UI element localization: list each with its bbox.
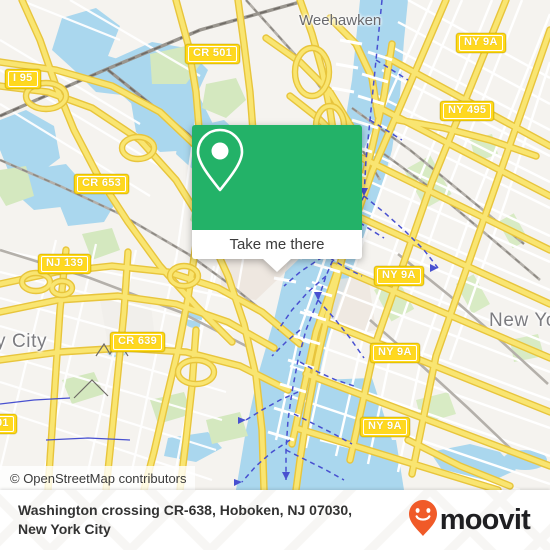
route-shield-label: NY 9A (459, 35, 503, 51)
route-shield-ny-495: NY 495 (440, 101, 495, 121)
popup-image-area (192, 125, 362, 230)
route-shield-cr-501: CR 501 (185, 44, 241, 64)
popup-pointer-tip (262, 258, 292, 272)
route-shield-label: NJ 139 (41, 256, 89, 272)
map-canvas[interactable]: Weehawken y City New Yo CR 501 I 95 NY 9… (0, 0, 550, 490)
route-shield-label: CR 639 (113, 334, 163, 350)
attribution-text: © OpenStreetMap contributors (10, 470, 187, 486)
route-shield-label: NY 9A (377, 268, 421, 284)
location-popup-card[interactable]: Take me there (192, 125, 362, 272)
route-shield-label: NY 9A (363, 419, 407, 435)
location-title-line-1: Washington crossing CR-638, Hoboken, NJ … (18, 502, 353, 518)
route-shield-nj-139: NJ 139 (38, 254, 92, 274)
route-shield-ny-9a-mid-upper: NY 9A (374, 266, 424, 286)
take-me-there-button[interactable]: Take me there (192, 230, 362, 259)
route-shield-cr-501-clipped: 01 (0, 414, 17, 434)
route-shield-cr-639: CR 639 (110, 332, 166, 352)
route-shield-ny-9a-mid: NY 9A (370, 343, 420, 363)
moovit-wordmark: moovit (439, 503, 531, 536)
location-title: Washington crossing CR-638, Hoboken, NJ … (18, 501, 408, 539)
moovit-pin-smiley-icon (408, 499, 438, 542)
screenshot-root: Weehawken y City New Yo CR 501 I 95 NY 9… (0, 0, 550, 550)
route-shield-label: NY 495 (443, 103, 492, 119)
take-me-there-label: Take me there (229, 236, 325, 253)
map-attribution[interactable]: © OpenStreetMap contributors (0, 466, 195, 490)
moovit-logo[interactable]: moovit (408, 499, 531, 542)
route-shield-label: CR 653 (77, 176, 127, 192)
route-shield-ny-9a-south: NY 9A (360, 417, 410, 437)
route-shield-cr-653: CR 653 (74, 174, 130, 194)
route-shield-label: 01 (0, 416, 14, 432)
route-shield-label: CR 501 (188, 46, 238, 62)
route-shield-label: NY 9A (373, 345, 417, 361)
route-shield-label: I 95 (8, 71, 38, 87)
route-shield-i-95: I 95 (5, 69, 41, 89)
footer-bar: Washington crossing CR-638, Hoboken, NJ … (0, 490, 550, 550)
location-title-line-2: New York City (18, 521, 111, 537)
route-shield-ny-9a-north: NY 9A (456, 33, 506, 53)
